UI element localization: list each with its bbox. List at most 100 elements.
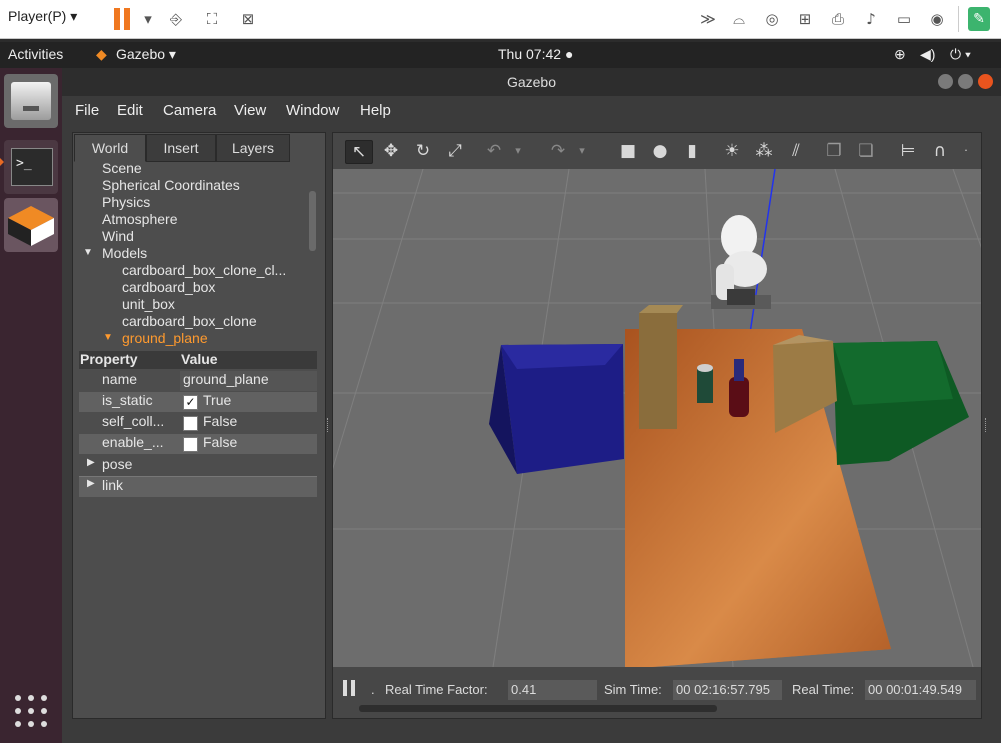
tree-item-models[interactable]: Models [102,245,147,261]
select-mode-icon[interactable]: ↖ [345,140,373,164]
translate-mode-icon[interactable]: ✥ [378,140,404,162]
menu-file[interactable]: File [75,102,99,119]
tree-item-spherical[interactable]: Spherical Coordinates [102,177,240,193]
files-icon[interactable] [4,74,58,128]
player-menu[interactable]: Player(P) ▾ [8,8,77,25]
property-row-is-static: is_static ✓ True [79,392,317,412]
panel-splitter[interactable] [327,418,330,432]
maximize-icon[interactable] [958,74,973,89]
show-apps-icon[interactable] [14,694,48,728]
usb-drive-icon[interactable]: ⌓ [729,9,749,29]
step-indicator: . [371,682,375,697]
directional-light-icon[interactable]: ⫽ [783,140,809,162]
property-row-enable-wind: enable_... False [79,434,317,454]
render-panel: ↖ ✥ ↻ ⤢ ↶ ▾ ↷ ▾ ■ ● ▮ ☀ ⁂ ⫽ ❐ ❏ ⊨ ∩ · . … [332,132,982,719]
left-panel: World Insert Layers Scene Spherical Coor… [72,132,326,719]
menu-view[interactable]: View [234,102,266,119]
snap-icon[interactable]: ∩ [927,140,953,162]
printer-icon[interactable]: ⎙ [828,9,848,29]
align-icon[interactable]: ⊨ [895,140,921,162]
separator [958,6,959,32]
close-icon[interactable] [978,74,993,89]
enable-wind-checkbox[interactable] [183,437,198,452]
expand-arrow-icon[interactable]: ▼ [103,332,113,343]
menu-window[interactable]: Window [286,102,339,119]
expand-arrow-icon[interactable]: ▼ [83,247,93,258]
is-static-checkbox[interactable]: ✓ [183,395,198,410]
horizontal-scrollbar[interactable] [359,705,717,712]
tree-item-model[interactable]: cardboard_box [122,279,215,295]
toolbar-more-icon[interactable]: · [953,140,979,162]
scale-mode-icon[interactable]: ⤢ [442,140,468,162]
minimize-icon[interactable] [938,74,953,89]
vmware-toolbar: Player(P) ▾ ▾ ⎆ ⛶ ⊠ ≫ ⌓ ◎ ⊞ ⎙ ♪ ▭ ◉ ✎ [0,0,1001,39]
property-header: Property Value [79,351,317,369]
app-menu[interactable]: Gazebo ▾ [116,46,176,63]
property-row-self-collide: self_coll... False [102,413,238,431]
menu-camera[interactable]: Camera [163,102,216,119]
play-pause-icon[interactable] [343,680,357,698]
world-tree: Scene Spherical Coordinates Physics Atmo… [73,161,307,347]
property-row-link[interactable]: ▶ link [79,477,317,497]
tab-layers[interactable]: Layers [216,134,290,162]
expand-arrow-icon: ▶ [87,457,95,468]
active-indicator [0,158,4,166]
volume-icon[interactable]: ◀) [920,46,935,63]
menu-edit[interactable]: Edit [117,102,143,119]
undo-icon[interactable]: ↶ [481,140,507,162]
rtf-value: 0.41 [508,680,597,700]
power-icon[interactable]: ⏻ ▾ [950,46,971,63]
paste-icon[interactable]: ❏ [853,140,879,162]
tree-item-selected[interactable]: ground_plane [122,330,208,346]
redo-dropdown-icon[interactable]: ▾ [569,140,595,162]
rotate-mode-icon[interactable]: ↻ [410,140,436,162]
record-icon[interactable]: ◉ [927,9,947,29]
unity-icon[interactable]: ⊠ [238,9,258,29]
menu-bar: File Edit Camera View Window Help [62,96,1001,128]
undo-dropdown-icon[interactable]: ▾ [505,140,531,162]
cylinder-shape-icon[interactable]: ▮ [679,140,705,162]
gazebo-icon[interactable] [4,198,58,252]
sphere-shape-icon[interactable]: ● [647,140,673,162]
tree-item-model[interactable]: cardboard_box_clone [122,313,257,329]
send-ctrl-alt-del-icon[interactable]: ⎆ [166,9,186,29]
terminal-icon[interactable]: >_ [4,140,58,194]
tree-item-model[interactable]: cardboard_box_clone_cl... [122,262,286,278]
fit-window-icon[interactable]: ⛶ [202,9,222,29]
real-time-value: 00 00:01:49.549 [865,680,976,700]
notes-icon[interactable]: ✎ [968,7,990,31]
copy-icon[interactable]: ❐ [821,140,847,162]
box-shape-icon[interactable]: ■ [615,140,641,162]
redo-icon[interactable]: ↷ [545,140,571,162]
more-icon[interactable]: ≫ [698,9,718,29]
dropdown-icon[interactable]: ▾ [138,9,158,29]
property-row-name: name ground_plane [79,371,317,391]
3d-scene-viewport[interactable] [333,168,981,669]
gazebo-app-icon: ◆ [96,46,107,62]
name-value[interactable]: ground_plane [180,371,317,391]
spot-light-icon[interactable]: ⁂ [751,140,777,162]
network-icon[interactable]: ⊕ [894,46,906,63]
activities-button[interactable]: Activities [8,46,63,62]
self-collide-checkbox[interactable] [183,416,198,431]
tree-item-atmosphere[interactable]: Atmosphere [102,211,177,227]
tree-item-physics[interactable]: Physics [102,194,150,210]
tree-item-scene[interactable]: Scene [102,161,142,176]
property-row-pose[interactable]: ▶ pose [79,456,317,477]
sim-time-value: 00 02:16:57.795 [673,680,782,700]
tab-world[interactable]: World [74,134,146,162]
tab-insert[interactable]: Insert [146,134,216,162]
panel-splitter[interactable] [985,418,988,432]
menu-help[interactable]: Help [360,102,391,119]
tree-scrollbar[interactable] [309,191,316,251]
clock[interactable]: Thu 07:42 ● [498,46,573,62]
network-icon[interactable]: ⊞ [795,9,815,29]
display-icon[interactable]: ▭ [894,9,914,29]
sim-time-label: Sim Time: [604,682,662,697]
point-light-icon[interactable]: ☀ [719,140,745,162]
cd-icon[interactable]: ◎ [762,9,782,29]
pause-icon[interactable] [112,8,132,30]
tree-item-model[interactable]: unit_box [122,296,175,312]
tree-item-wind[interactable]: Wind [102,228,134,244]
sound-icon[interactable]: ♪ [861,9,881,29]
